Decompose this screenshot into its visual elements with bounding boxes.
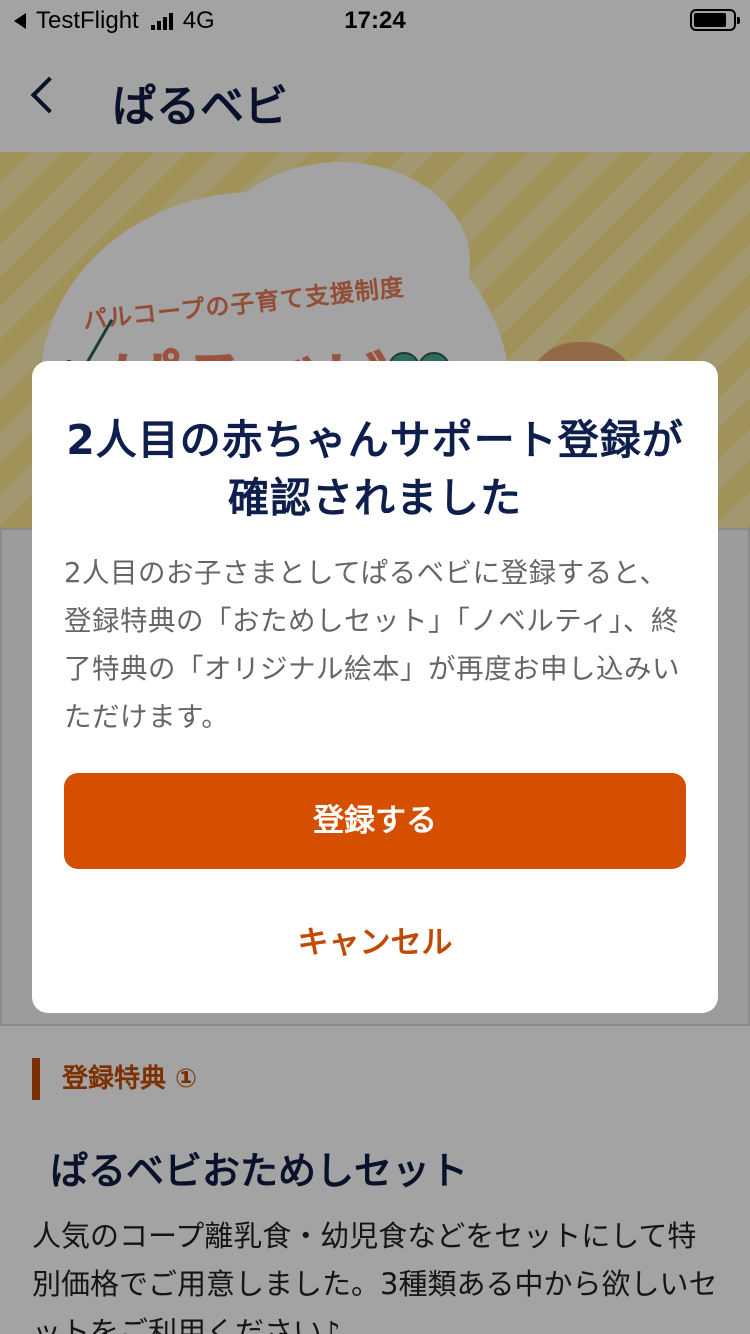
dialog-body: 2人目のお子さまとしてぱるベビに登録すると、登録特典の「おためしセット」「ノベル… bbox=[64, 557, 680, 733]
dialog-title: 2人目の赤ちゃんサポート登録が確認されました bbox=[66, 416, 684, 522]
cancel-button[interactable]: キャンセル bbox=[64, 909, 686, 977]
registration-dialog: 2人目の赤ちゃんサポート登録が確認されました 2人目のお子さまとしてぱるベビに登… bbox=[32, 361, 718, 1013]
register-button[interactable]: 登録する bbox=[64, 773, 686, 869]
